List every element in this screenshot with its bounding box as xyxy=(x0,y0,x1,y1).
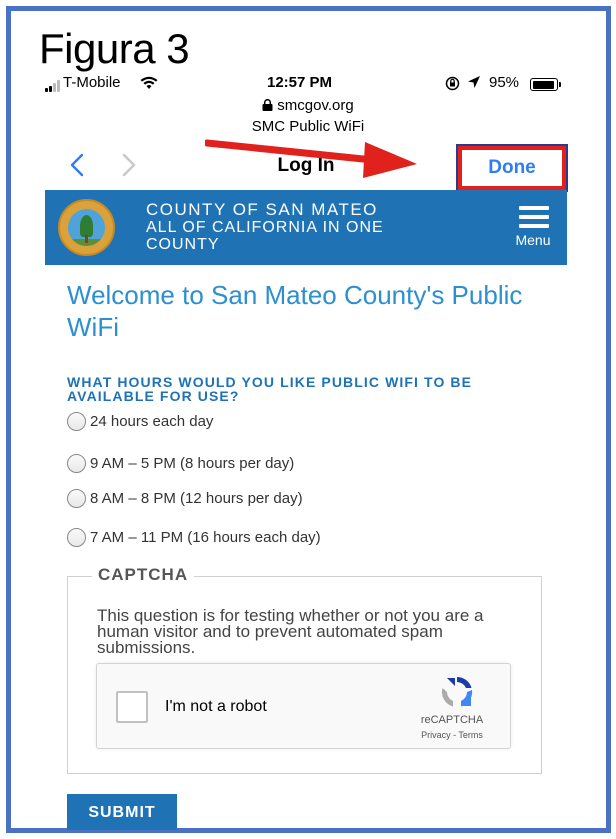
url-bar[interactable]: smcgov.org xyxy=(0,97,616,114)
url-domain: smcgov.org xyxy=(277,97,354,114)
captcha-fieldset: CAPTCHA This question is for testing whe… xyxy=(67,565,542,774)
wifi-icon xyxy=(140,76,158,89)
red-arrow-annotation xyxy=(205,139,417,178)
menu-button[interactable]: Menu xyxy=(507,204,559,254)
header-line-3: COUNTY xyxy=(146,236,220,253)
welcome-title: Welcome to San Mateo County's Public WiF… xyxy=(67,280,523,342)
radio-button[interactable] xyxy=(67,527,86,547)
carrier-name: T-Mobile xyxy=(63,74,121,91)
option-label: 7 AM – 11 PM (16 hours each day) xyxy=(90,529,321,546)
cell-signal-icon xyxy=(45,80,65,92)
menu-label: Menu xyxy=(515,232,551,248)
submit-button[interactable]: SUBMIT xyxy=(67,794,177,830)
option-7-to-11[interactable]: 7 AM – 11 PM (16 hours each day) xyxy=(67,527,321,550)
lock-icon xyxy=(262,99,273,111)
orientation-lock-icon xyxy=(445,76,460,91)
option-24-hours[interactable]: 24 hours each day xyxy=(67,411,214,434)
radio-button[interactable] xyxy=(67,411,86,431)
header-line-2: ALL OF CALIFORNIA IN ONE xyxy=(146,219,384,236)
county-header: COUNTY OF SAN MATEO ALL OF CALIFORNIA IN… xyxy=(45,190,567,265)
recaptcha-brand: reCAPTCHA xyxy=(420,714,484,726)
county-seal-logo xyxy=(58,199,115,256)
recaptcha-widget: I'm not a robot reCAPTCHA Privacy - Term… xyxy=(96,663,511,749)
status-time: 12:57 PM xyxy=(267,74,333,91)
option-label: 8 AM – 8 PM (12 hours per day) xyxy=(90,490,303,507)
done-button[interactable]: Done xyxy=(456,144,568,192)
option-9-to-5[interactable]: 9 AM – 5 PM (8 hours per day) xyxy=(67,453,295,476)
status-bar: T-Mobile 12:57 PM 95% xyxy=(45,74,567,96)
recaptcha-logo-icon xyxy=(441,676,473,707)
question-heading: WHAT HOURS WOULD YOU LIKE PUBLIC WIFI TO… xyxy=(67,374,473,404)
figure-label: Figura 3 xyxy=(39,25,190,72)
captcha-legend: CAPTCHA xyxy=(92,565,195,585)
robot-checkbox[interactable] xyxy=(116,691,148,723)
captcha-description: This question is for testing whether or … xyxy=(97,606,484,657)
option-label: 24 hours each day xyxy=(90,413,214,430)
location-arrow-icon xyxy=(468,76,480,88)
robot-checkbox-label: I'm not a robot xyxy=(165,698,267,715)
radio-button[interactable] xyxy=(67,488,86,508)
option-8-to-8[interactable]: 8 AM – 8 PM (12 hours per day) xyxy=(67,488,303,511)
battery-icon xyxy=(530,78,558,91)
battery-tip xyxy=(559,82,561,87)
header-line-1: COUNTY OF SAN MATEO xyxy=(146,200,378,219)
recaptcha-privacy-terms-links[interactable]: Privacy - Terms xyxy=(397,730,507,740)
figure-frame: Figura 3 T-Mobile 12:57 PM 95% smcgov.or… xyxy=(0,0,616,839)
hamburger-icon xyxy=(519,206,549,228)
battery-percent: 95% xyxy=(489,74,520,91)
option-label: 9 AM – 5 PM (8 hours per day) xyxy=(90,455,295,472)
radio-button[interactable] xyxy=(67,453,86,473)
